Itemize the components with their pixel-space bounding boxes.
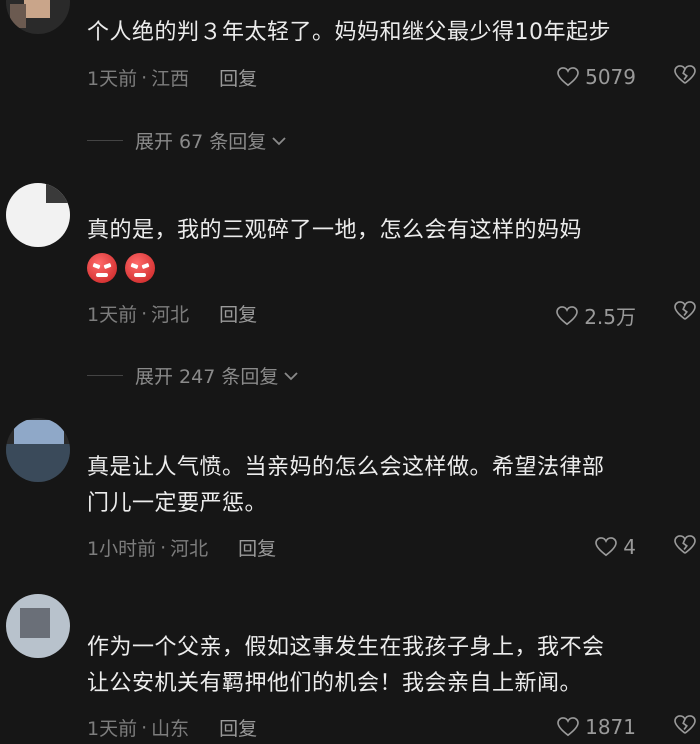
comment-location: 河北 [151, 304, 190, 326]
divider [87, 140, 123, 141]
avatar[interactable] [6, 0, 70, 34]
like-count: 2.5万 [584, 305, 636, 329]
heart-icon [595, 537, 618, 557]
comment-text-line: 作为一个父亲，假如这事发生在我孩子身上，我不会 [87, 635, 605, 660]
comment-location: 河北 [170, 538, 209, 560]
comment-meta: 1天前 · 江西 回复 [87, 64, 257, 91]
expand-replies-button[interactable]: 展开 67 条回复 [87, 127, 286, 154]
meta-separator: · [141, 66, 148, 89]
dislike-button[interactable] [674, 65, 696, 89]
angry-emoji [87, 253, 117, 283]
expand-replies-label: 展开 67 条回复 [135, 131, 267, 153]
comment-text: 作为一个父亲，假如这事发生在我孩子身上，我不会 让公安机关有羁押他们的机会！我会… [87, 630, 687, 702]
comment-time: 1天前 [87, 304, 138, 326]
comment-meta: 1天前 · 河北 回复 [87, 300, 257, 327]
comment-meta: 1天前 · 山东 回复 [87, 714, 257, 741]
expand-replies-button[interactable]: 展开 247 条回复 [87, 362, 298, 389]
comment-time: 1小时前 [87, 538, 157, 560]
broken-heart-icon [674, 535, 696, 554]
reply-button[interactable]: 回复 [219, 714, 257, 741]
comment-location: 江西 [151, 68, 190, 90]
reply-button[interactable]: 回复 [238, 534, 276, 561]
broken-heart-icon [674, 65, 696, 84]
reply-button[interactable]: 回复 [219, 300, 257, 327]
comment-text: 真的是，我的三观碎了一地，怎么会有这样的妈妈 [87, 218, 583, 243]
emoji-row [87, 253, 163, 283]
heart-icon [557, 717, 579, 737]
heart-icon [557, 67, 579, 87]
comment-text-line: 真是让人气愤。当亲妈的怎么会这样做。希望法律部 [87, 455, 605, 480]
dislike-button[interactable] [674, 535, 696, 559]
meta-separator: · [141, 302, 148, 325]
comment-time: 1天前 [87, 68, 138, 90]
chevron-down-icon [272, 136, 286, 145]
dislike-button[interactable] [674, 301, 696, 325]
expand-replies-label: 展开 247 条回复 [135, 366, 279, 388]
like-button[interactable]: 5079 [557, 65, 636, 89]
comment-time: 1天前 [87, 718, 138, 740]
avatar[interactable] [6, 418, 70, 482]
avatar[interactable] [6, 594, 70, 658]
avatar[interactable] [6, 183, 70, 247]
comment-text-line: 门儿一定要严惩。 [87, 491, 268, 516]
comment-text: 个人绝的判３年太轻了。妈妈和继父最少得10年起步 [87, 20, 611, 45]
broken-heart-icon [674, 715, 696, 734]
comment-text: 真是让人气愤。当亲妈的怎么会这样做。希望法律部 门儿一定要严惩。 [87, 450, 687, 522]
chevron-down-icon [284, 371, 298, 380]
like-button[interactable]: 4 [595, 535, 636, 559]
angry-emoji [125, 253, 155, 283]
like-button[interactable]: 2.5万 [556, 301, 636, 330]
comment-meta: 1小时前 · 河北 回复 [87, 534, 276, 561]
comment-text-line: 让公安机关有羁押他们的机会！我会亲自上新闻。 [87, 671, 583, 696]
heart-icon [556, 305, 579, 325]
broken-heart-icon [674, 301, 696, 320]
reply-button[interactable]: 回复 [219, 64, 257, 91]
like-count: 5079 [585, 65, 636, 89]
divider [87, 375, 123, 376]
meta-separator: · [141, 716, 148, 739]
meta-separator: · [160, 536, 167, 559]
like-count: 1871 [585, 715, 636, 739]
like-count: 4 [623, 535, 636, 559]
dislike-button[interactable] [674, 715, 696, 739]
like-button[interactable]: 1871 [557, 715, 636, 739]
comment-location: 山东 [151, 718, 190, 740]
